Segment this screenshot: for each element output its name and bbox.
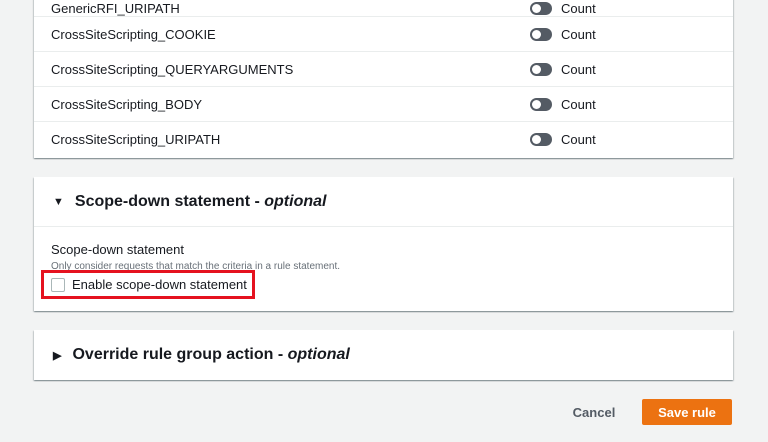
scope-down-header[interactable]: ▼ Scope-down statement - optional <box>34 177 733 227</box>
section-title: Scope-down statement <box>74 192 251 210</box>
field-label: Scope-down statement <box>51 242 184 257</box>
enable-scope-down-checkbox[interactable] <box>51 278 65 292</box>
rule-name: CrossSiteScripting_COOKIE <box>51 26 216 42</box>
rule-name: CrossSiteScripting_QUERYARGUMENTS <box>51 61 294 77</box>
rule-name: CrossSiteScripting_BODY <box>51 96 202 112</box>
checkbox-label[interactable]: Enable scope-down statement <box>72 277 247 292</box>
count-toggle[interactable] <box>530 133 552 146</box>
override-panel: ▶ Override rule group action - optional <box>34 330 733 380</box>
scope-down-panel: ▼ Scope-down statement - optional Scope-d… <box>34 177 733 311</box>
toggle-label: Count <box>561 96 596 112</box>
count-toggle[interactable] <box>530 2 552 15</box>
count-toggle[interactable] <box>530 98 552 111</box>
toggle-label: Count <box>561 26 596 42</box>
rules-panel: GenericRFI_URIPATH Count CrossSiteScripti… <box>34 0 733 158</box>
caret-right-icon: ▶ <box>53 349 62 362</box>
save-rule-button[interactable]: Save rule <box>642 399 732 425</box>
caret-down-icon: ▼ <box>53 195 64 208</box>
rule-name: GenericRFI_URIPATH <box>51 1 180 16</box>
rule-row: CrossSiteScripting_BODY Count <box>34 87 733 122</box>
count-toggle[interactable] <box>530 63 552 76</box>
toggle-label: Count <box>561 61 596 77</box>
rule-row: CrossSiteScripting_URIPATH Count <box>34 122 733 157</box>
count-toggle[interactable] <box>530 28 552 41</box>
optional-label: optional <box>264 192 327 210</box>
cancel-button[interactable]: Cancel <box>566 400 622 424</box>
rule-row: CrossSiteScripting_QUERYARGUMENTS Count <box>34 52 733 87</box>
section-title: Override rule group action <box>72 346 274 363</box>
optional-label: optional <box>287 346 350 363</box>
rule-row: CrossSiteScripting_COOKIE Count <box>34 17 733 52</box>
toggle-label: Count <box>561 132 596 147</box>
rule-row: GenericRFI_URIPATH Count <box>34 0 733 17</box>
override-header[interactable]: ▶ Override rule group action - optional <box>34 330 733 380</box>
rule-name: CrossSiteScripting_URIPATH <box>51 132 221 147</box>
toggle-label: Count <box>561 1 596 16</box>
